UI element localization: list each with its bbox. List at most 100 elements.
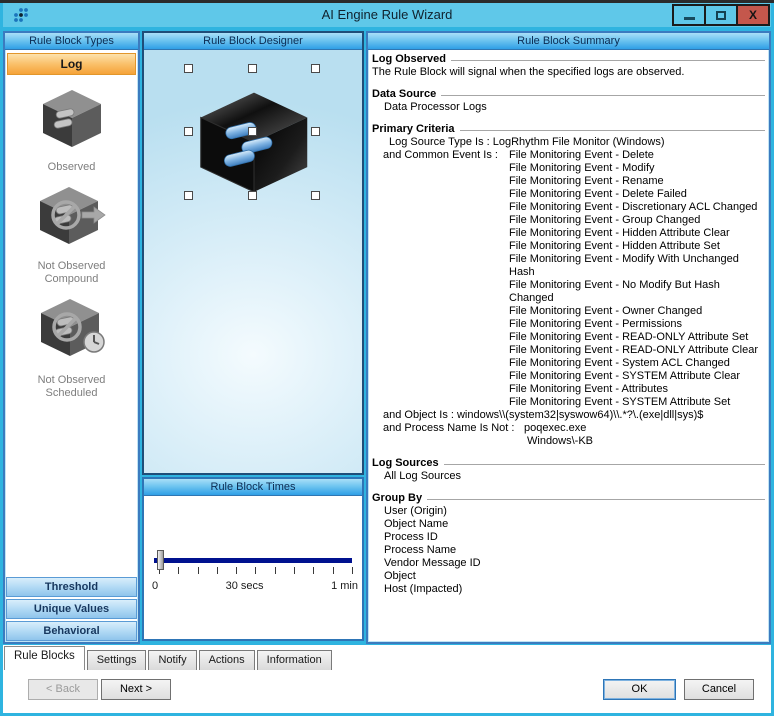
- common-event-criterion: File Monitoring Event - Owner Changed: [372, 305, 765, 318]
- common-event-criterion: File Monitoring Event - READ-ONLY Attrib…: [372, 331, 765, 344]
- rule-block-types-panel: Rule Block Types Log Observed: [3, 31, 140, 644]
- selection-handle-mid-right[interactable]: [311, 127, 320, 136]
- log-type-button[interactable]: Log: [7, 53, 136, 75]
- common-event-criterion: File Monitoring Event - READ-ONLY Attrib…: [372, 344, 765, 357]
- tab-rule-blocks[interactable]: Rule Blocks: [4, 646, 85, 670]
- common-event-criterion: File Monitoring Event - SYSTEM Attribute…: [372, 370, 765, 383]
- time-slider-track[interactable]: [154, 558, 352, 563]
- next-button[interactable]: Next >: [101, 679, 171, 700]
- tab-notify[interactable]: Notify: [148, 650, 196, 670]
- common-event-criterion: File Monitoring Event - Delete Failed: [372, 188, 765, 201]
- section-rule: [444, 464, 765, 465]
- log-sources-value: All Log Sources: [372, 470, 765, 483]
- summary-body: Log Observed The Rule Block will signal …: [368, 50, 769, 642]
- minimize-button[interactable]: [672, 4, 706, 26]
- common-event-criterion: File Monitoring Event - Hidden Attribute…: [372, 240, 765, 253]
- group-by-field: Vendor Message ID: [372, 557, 765, 570]
- back-button[interactable]: < Back: [28, 679, 98, 700]
- selection-handle-bottom-center[interactable]: [248, 191, 257, 200]
- common-event-criterion: File Monitoring Event - Modify: [372, 162, 765, 175]
- rule-block-summary-header: Rule Block Summary: [368, 33, 769, 50]
- process-name-criterion: and Process Name Is Not : poqexec.exe: [372, 422, 765, 435]
- slider-tick: [275, 567, 276, 574]
- close-button[interactable]: X: [736, 4, 770, 26]
- behavioral-section-button[interactable]: Behavioral: [6, 621, 137, 641]
- close-icon: X: [749, 8, 757, 22]
- group-by-field: Host (Impacted): [372, 583, 765, 596]
- group-by-field: User (Origin): [372, 505, 765, 518]
- selection-handle-bottom-right[interactable]: [311, 191, 320, 200]
- slider-max-label: 1 min: [331, 580, 358, 592]
- slider-tick: [198, 567, 199, 574]
- time-slider-handle[interactable]: [157, 550, 164, 570]
- selection-handle-mid-center[interactable]: [248, 127, 257, 136]
- rule-type-label: Not Observed Compound: [22, 260, 122, 286]
- slider-tick: [333, 567, 334, 574]
- not-observed-compound-icon: [36, 184, 108, 255]
- wizard-tabstrip: Rule Blocks Settings Notify Actions Info…: [4, 646, 334, 670]
- maximize-icon: [716, 11, 726, 20]
- times-body: 0 30 secs 1 min: [144, 496, 362, 639]
- group-by-field: Object: [372, 570, 765, 583]
- tab-information[interactable]: Information: [257, 650, 332, 670]
- maximize-button[interactable]: [704, 4, 738, 26]
- log-block-graphic[interactable]: [192, 84, 316, 207]
- group-by-field: Object Name: [372, 518, 765, 531]
- slider-tick: [352, 567, 353, 574]
- common-event-criterion: File Monitoring Event - No Modify But Ha…: [372, 279, 765, 305]
- group-by-heading: Group By: [372, 492, 765, 505]
- selection-handle-top-left[interactable]: [184, 64, 193, 73]
- log-source-type-criterion: Log Source Type Is : LogRhythm File Moni…: [372, 136, 765, 149]
- unique-values-section-button[interactable]: Unique Values: [6, 599, 137, 619]
- titlebar: AI Engine Rule Wizard X: [3, 3, 771, 27]
- slider-tick: [255, 567, 256, 574]
- rule-type-not-observed-scheduled[interactable]: Not Observed Scheduled: [5, 296, 138, 400]
- group-by-field: Process Name: [372, 544, 765, 557]
- rule-type-observed[interactable]: Observed: [5, 87, 138, 174]
- log-observed-heading: Log Observed: [372, 53, 765, 66]
- slider-mid-label: 30 secs: [226, 580, 264, 592]
- section-rule: [441, 95, 765, 96]
- ok-button[interactable]: OK: [603, 679, 676, 700]
- slider-labels: 0 30 secs 1 min: [152, 580, 358, 592]
- selection-handle-bottom-left[interactable]: [184, 191, 193, 200]
- common-event-criterion: File Monitoring Event - System ACL Chang…: [372, 357, 765, 370]
- log-observed-description: The Rule Block will signal when the spec…: [372, 66, 765, 79]
- common-event-criterion: File Monitoring Event - Permissions: [372, 318, 765, 331]
- slider-tick: [236, 567, 237, 574]
- group-by-list: User (Origin)Object NameProcess IDProces…: [372, 505, 765, 596]
- tab-settings[interactable]: Settings: [87, 650, 147, 670]
- slider-tick: [217, 567, 218, 574]
- slider-tick: [294, 567, 295, 574]
- rule-block-designer-header: Rule Block Designer: [144, 33, 362, 50]
- common-event-criterion: and Common Event Is : File Monitoring Ev…: [372, 149, 765, 162]
- slider-tick: [178, 567, 179, 574]
- slider-tick: [313, 567, 314, 574]
- selection-handle-mid-left[interactable]: [184, 127, 193, 136]
- primary-criteria-heading: Primary Criteria: [372, 123, 765, 136]
- designer-canvas[interactable]: [144, 50, 362, 473]
- common-event-criterion: File Monitoring Event - Rename: [372, 175, 765, 188]
- common-event-criterion: File Monitoring Event - Group Changed: [372, 214, 765, 227]
- common-event-criterion: File Monitoring Event - Discretionary AC…: [372, 201, 765, 214]
- rule-type-not-observed-compound[interactable]: Not Observed Compound: [5, 184, 138, 286]
- section-rule: [427, 499, 765, 500]
- section-rule: [451, 60, 765, 61]
- group-by-field: Process ID: [372, 531, 765, 544]
- observed-cube-icon: [37, 87, 107, 156]
- cancel-button[interactable]: Cancel: [684, 679, 754, 700]
- log-sources-heading: Log Sources: [372, 457, 765, 470]
- tab-actions[interactable]: Actions: [199, 650, 255, 670]
- selection-handle-top-right[interactable]: [311, 64, 320, 73]
- data-source-value: Data Processor Logs: [372, 101, 765, 114]
- common-event-criterion: File Monitoring Event - Modify With Unch…: [372, 253, 765, 279]
- threshold-section-button[interactable]: Threshold: [6, 577, 137, 597]
- section-rule: [460, 130, 765, 131]
- minimize-icon: [684, 17, 695, 20]
- common-event-criterion: File Monitoring Event - SYSTEM Attribute…: [372, 396, 765, 409]
- rule-block-types-header: Rule Block Types: [5, 33, 138, 50]
- rule-type-label: Not Observed Scheduled: [22, 374, 122, 400]
- rule-type-label: Observed: [22, 161, 122, 174]
- selection-handle-top-center[interactable]: [248, 64, 257, 73]
- rule-block-summary-panel: Rule Block Summary Log Observed The Rule…: [366, 31, 771, 644]
